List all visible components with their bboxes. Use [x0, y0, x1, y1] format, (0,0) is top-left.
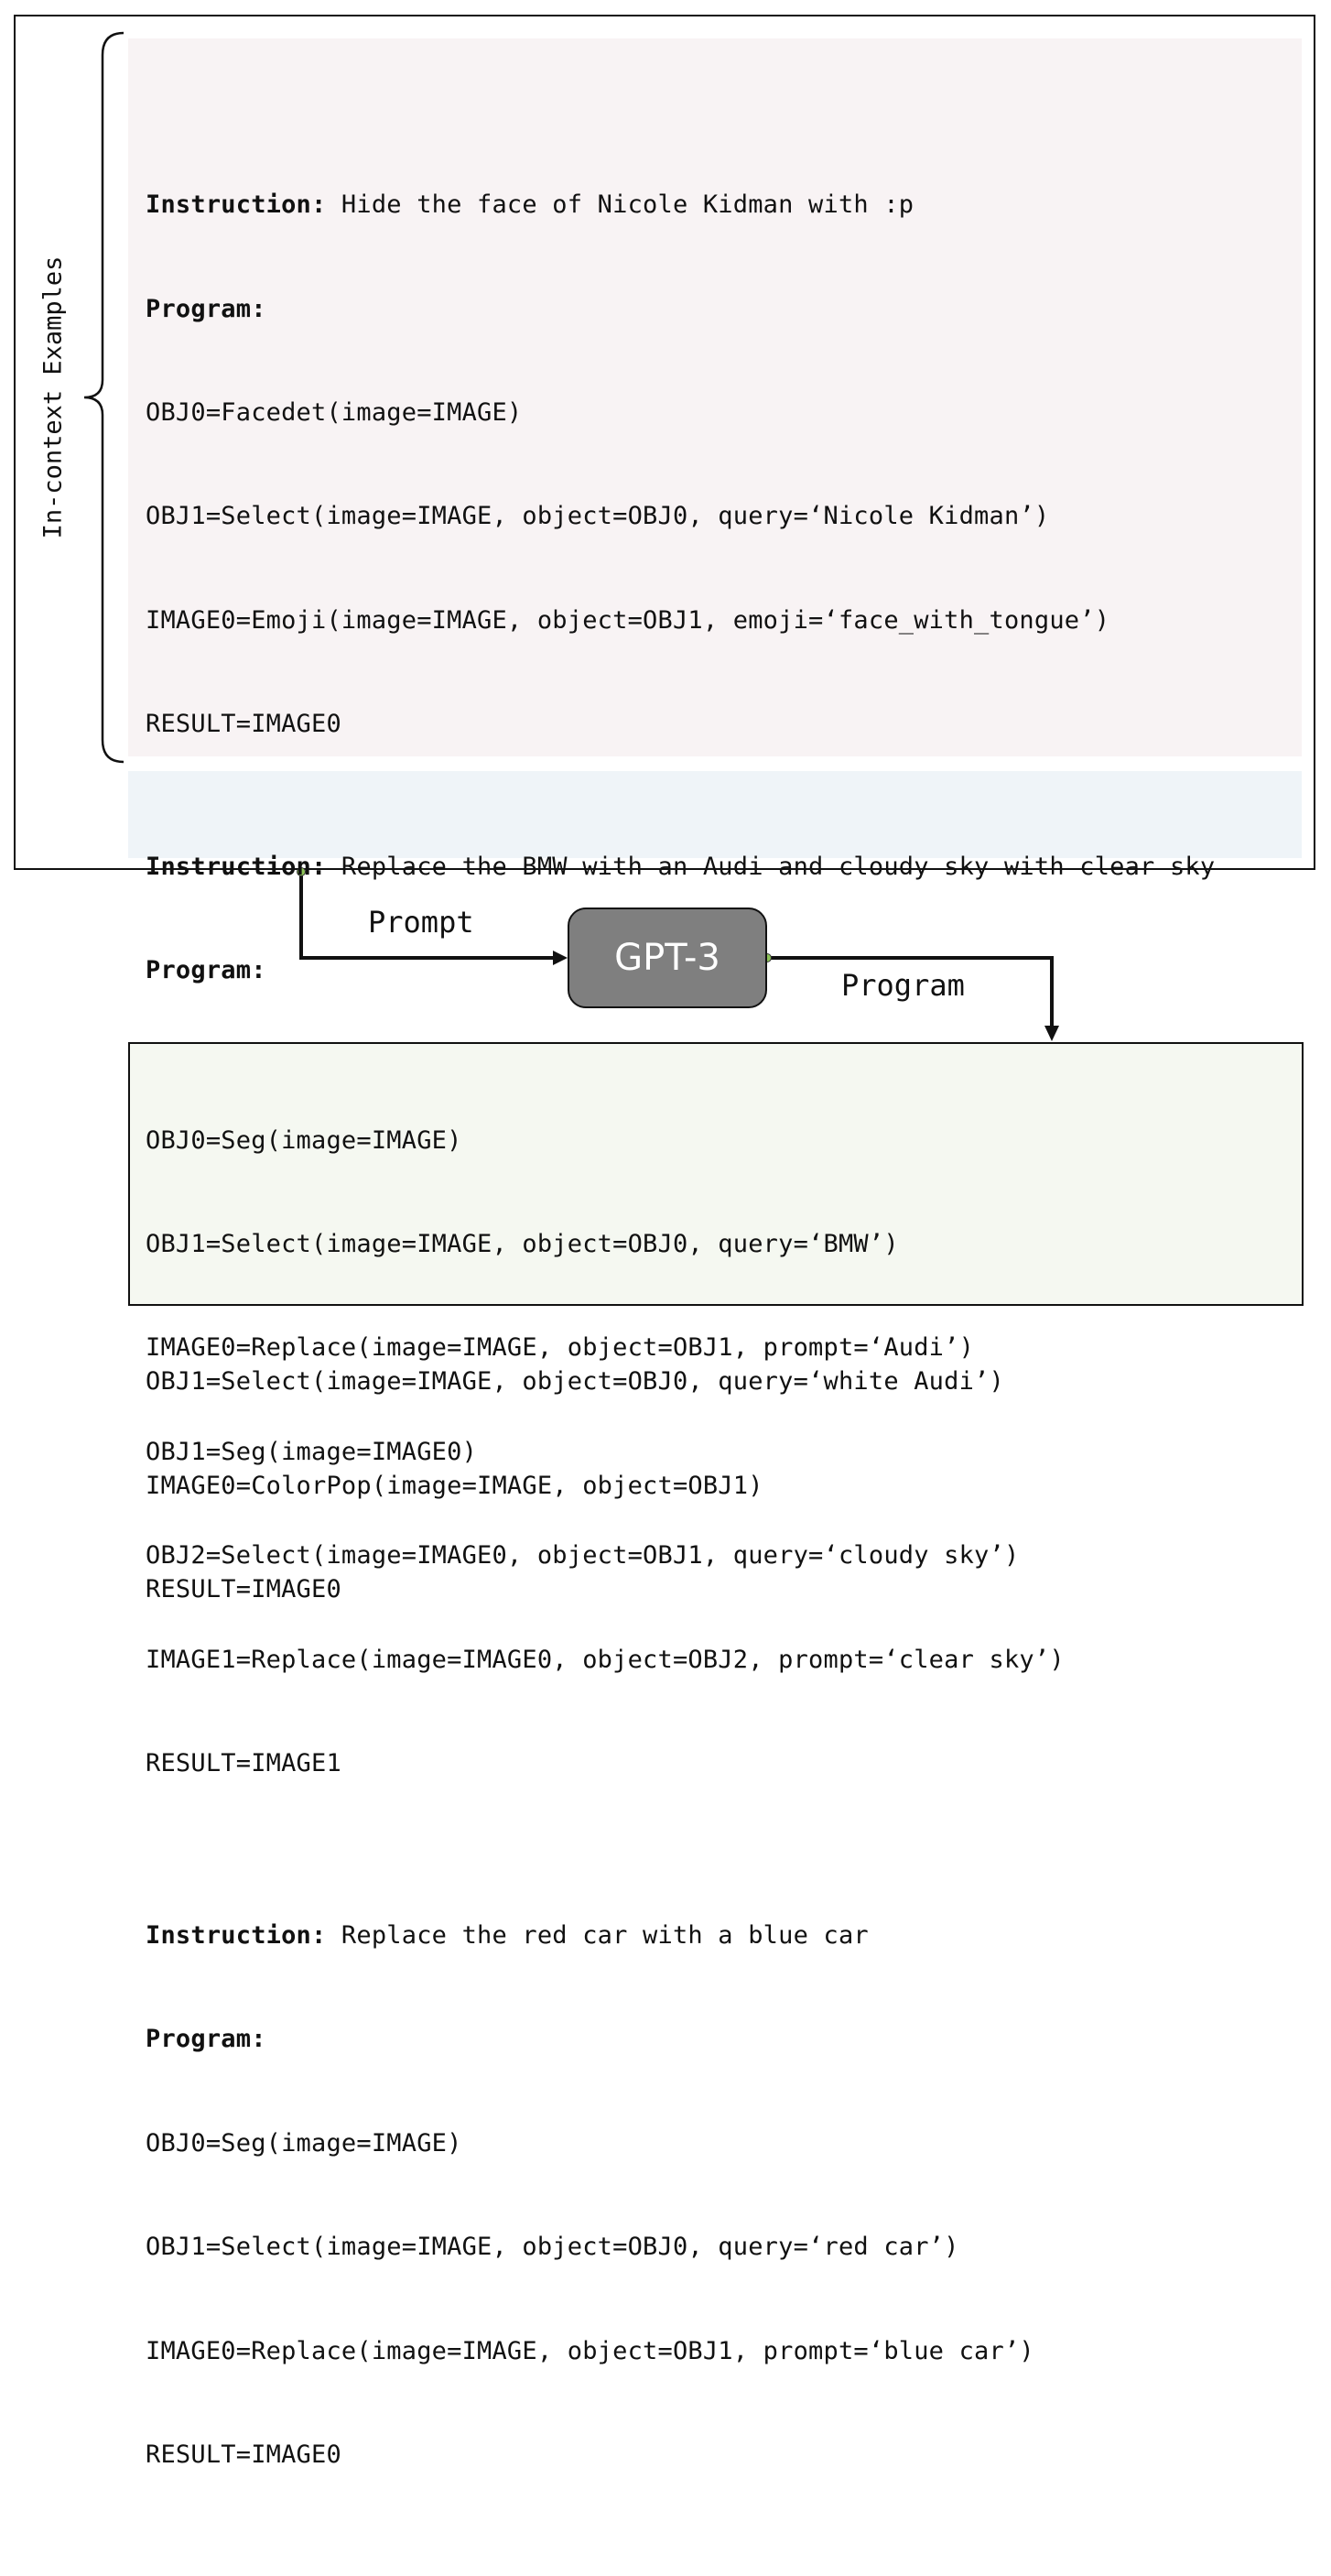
in-context-examples-label: In-context Examples [38, 255, 68, 539]
code-line: IMAGE0=Replace(image=IMAGE, object=OBJ1,… [146, 1333, 975, 1363]
code-line: IMAGE0=ColorPop(image=IMAGE, object=OBJ1… [146, 1471, 763, 1500]
code-line: OBJ0=Seg(image=IMAGE) [146, 2128, 462, 2158]
code-line: RESULT=IMAGE1 [146, 1748, 341, 1777]
instruction-label: Instruction: [146, 190, 327, 220]
code-line: OBJ2=Select(image=IMAGE0, object=OBJ1, q… [146, 1541, 1020, 1571]
query-panel: Instruction: Replace the BMW with an Aud… [128, 771, 1302, 984]
example-1: Instruction: Hide the face of Nicole Kid… [146, 119, 1302, 811]
instruction-label: Instruction: [146, 1921, 327, 1951]
instruction-text: Hide the face of Nicole Kidman with :p [326, 190, 914, 220]
program-label: Program: [146, 294, 266, 323]
code-line: OBJ1=Select(image=IMAGE, object=OBJ0, qu… [146, 2233, 959, 2262]
code-line: OBJ0=Facedet(image=IMAGE) [146, 397, 523, 427]
code-line: IMAGE1=Replace(image=IMAGE0, object=OBJ2… [146, 1645, 1065, 1674]
program-label: Program: [146, 2025, 266, 2054]
code-line: OBJ0=Seg(image=IMAGE) [146, 1125, 462, 1155]
generated-program-panel: OBJ0=Seg(image=IMAGE) OBJ1=Select(image=… [128, 1042, 1304, 1777]
code-line: OBJ1=Seg(image=IMAGE0) [146, 1437, 478, 1466]
code-line: IMAGE0=Emoji(image=IMAGE, object=OBJ1, e… [146, 605, 1110, 635]
code-line: OBJ1=Select(image=IMAGE, object=OBJ0, qu… [146, 1229, 899, 1258]
code-line: IMAGE0=Replace(image=IMAGE, object=OBJ1,… [146, 2336, 1034, 2365]
in-context-examples-panel: Instruction: Hide the face of Nicole Kid… [128, 38, 1302, 2469]
example-3: Instruction: Replace the red car with a … [146, 1849, 1302, 2541]
code-line: RESULT=IMAGE0 [146, 2440, 341, 2469]
code-line: RESULT=IMAGE0 [146, 1575, 341, 1604]
code-line: OBJ1=Select(image=IMAGE, object=OBJ0, qu… [146, 502, 1050, 531]
brace [83, 31, 124, 764]
code-line: OBJ1=Select(image=IMAGE, object=OBJ0, qu… [146, 1367, 1004, 1397]
program-flow-label: Program [841, 968, 965, 1003]
instruction-label: Instruction: [146, 852, 327, 881]
prompt-label: Prompt [368, 905, 474, 940]
instruction-text: Replace the red car with a blue car [326, 1921, 869, 1951]
instruction-text: Replace the BMW with an Audi and cloudy … [326, 852, 1216, 881]
code-line: RESULT=IMAGE0 [146, 710, 341, 739]
gpt3-model-box: GPT-3 [568, 908, 767, 1008]
